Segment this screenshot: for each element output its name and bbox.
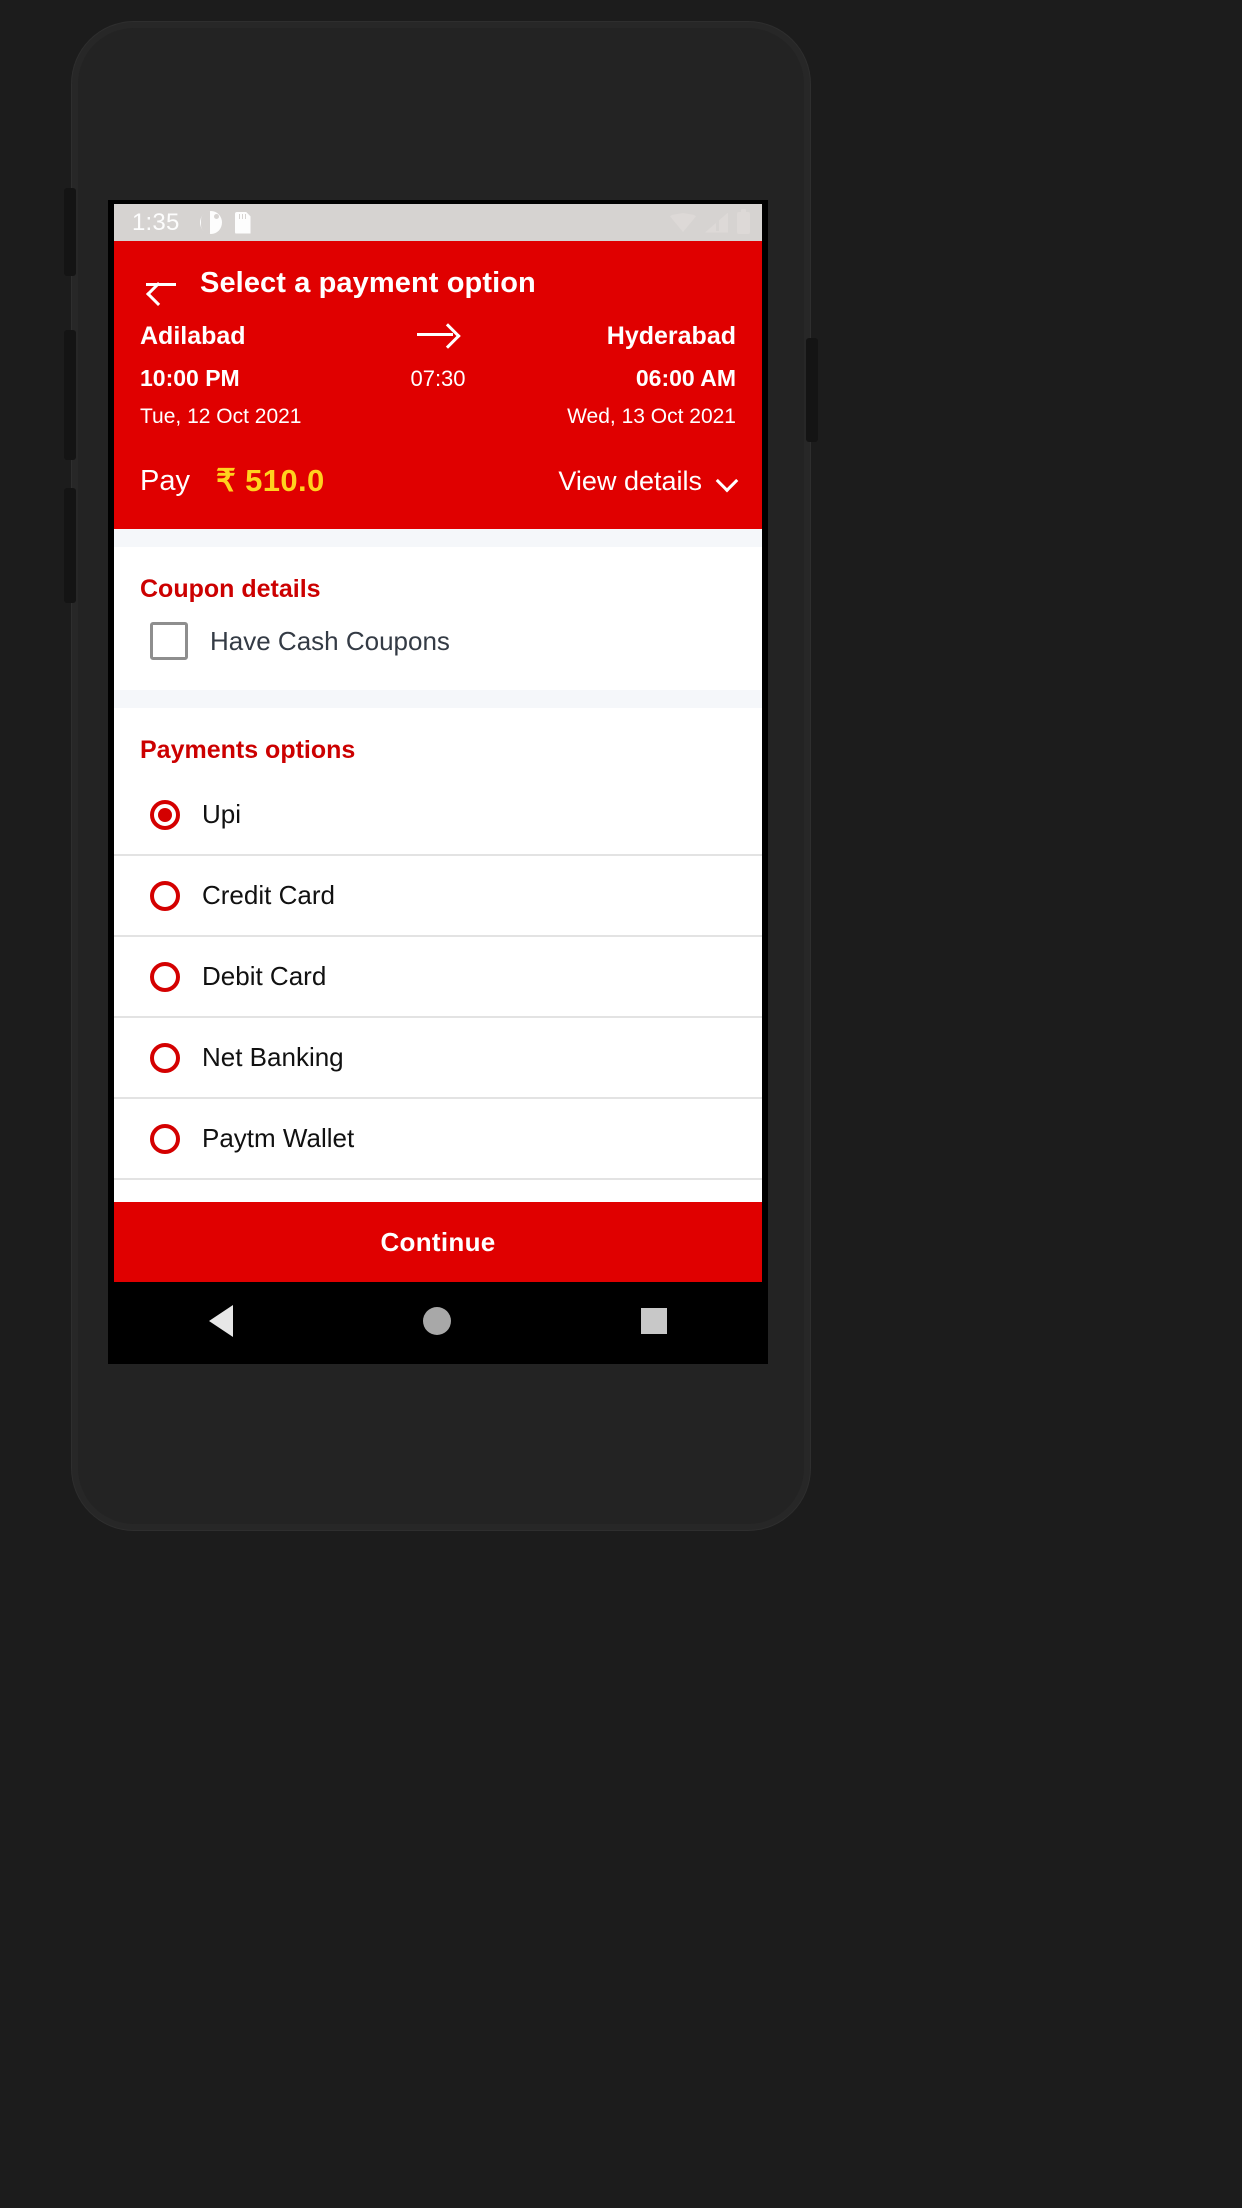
- payment-option-label: Paytm Wallet: [202, 1123, 355, 1153]
- status-bar-system-icons: [670, 208, 750, 234]
- continue-button-label: Continue: [380, 1226, 496, 1257]
- journey-time-row: 10:00 PM 07:30 06:00 AM: [140, 365, 736, 405]
- app-header-titlebar: Select a payment option: [114, 267, 762, 322]
- signal-icon: [705, 212, 728, 233]
- section-divider-middle: [114, 690, 762, 708]
- view-details-label: View details: [558, 465, 702, 496]
- screen-content: 1:35 Select a payment option Adilabad Hy…: [114, 204, 762, 1360]
- journey-depart-date: Tue, 12 Oct 2021: [140, 405, 302, 428]
- radio-button-paytm-wallet[interactable]: [150, 1123, 180, 1154]
- pay-amount: ₹ 510.0: [215, 463, 325, 498]
- journey-city-row: Adilabad Hyderabad: [140, 322, 736, 365]
- radio-button-credit-card[interactable]: [150, 880, 180, 911]
- wifi-icon: [670, 213, 696, 232]
- continue-button[interactable]: Continue: [114, 1202, 762, 1282]
- payments-options-section: Payments options Upi Credit Card Debit C…: [114, 708, 762, 1259]
- payment-option-label: Credit Card: [202, 880, 335, 910]
- page-title: Select a payment option: [200, 267, 536, 299]
- journey-date-row: Tue, 12 Oct 2021 Wed, 13 Oct 2021: [140, 405, 736, 455]
- journey-arrive-time: 06:00 AM: [635, 365, 736, 391]
- arrow-right-icon: [417, 323, 459, 345]
- payment-option-label: Debit Card: [202, 961, 327, 991]
- payment-option-credit-card[interactable]: Credit Card: [114, 856, 762, 937]
- journey-duration: 07:30: [410, 365, 466, 391]
- chevron-down-icon: [718, 472, 736, 490]
- status-bar-notification-icons: [199, 211, 251, 234]
- status-bar-clock: 1:35: [132, 208, 180, 236]
- radio-button-upi[interactable]: [150, 799, 180, 830]
- nav-home-icon[interactable]: [423, 1307, 451, 1335]
- journey-from-city: Adilabad: [140, 322, 246, 350]
- journey-to-city: Hyderabad: [606, 322, 736, 350]
- have-cash-coupons-row[interactable]: Have Cash Coupons: [114, 614, 762, 690]
- pay-summary-row: Pay ₹ 510.0 View details: [114, 455, 762, 529]
- journey-summary: Adilabad Hyderabad 10:00 PM 07:30 06:00 …: [114, 322, 762, 455]
- section-divider-top: [114, 529, 762, 547]
- view-details-button[interactable]: View details: [558, 466, 736, 497]
- phone-screen: 1:35 Select a payment option Adilabad Hy…: [108, 200, 768, 1364]
- have-cash-coupons-checkbox[interactable]: [150, 622, 188, 660]
- device-volume-down-button[interactable]: [64, 488, 76, 603]
- coupon-section-title: Coupon details: [140, 575, 321, 603]
- device-power-button[interactable]: [806, 338, 818, 442]
- main-content: Coupon details Have Cash Coupons Payment…: [114, 529, 762, 1259]
- android-navigation-bar: [114, 1282, 762, 1360]
- payment-option-label: Upi: [202, 799, 242, 829]
- coupon-details-section: Coupon details Have Cash Coupons: [114, 547, 762, 690]
- device-volume-up-button[interactable]: [64, 330, 76, 460]
- pay-label: Pay: [140, 464, 190, 497]
- battery-icon: [737, 208, 750, 234]
- radio-button-debit-card[interactable]: [150, 961, 180, 992]
- nav-recents-icon[interactable]: [641, 1308, 667, 1334]
- payment-option-paytm-wallet[interactable]: Paytm Wallet: [114, 1099, 762, 1180]
- journey-direction: [363, 323, 513, 350]
- device-side-button-top-left[interactable]: [64, 188, 76, 276]
- payment-option-debit-card[interactable]: Debit Card: [114, 937, 762, 1018]
- status-bar: 1:35: [114, 204, 762, 241]
- payment-option-upi[interactable]: Upi: [114, 775, 762, 856]
- app-header: Select a payment option Adilabad Hyderab…: [114, 241, 762, 529]
- back-arrow-icon[interactable]: [144, 270, 178, 298]
- payments-section-title: Payments options: [140, 736, 356, 764]
- journey-depart-time: 10:00 PM: [140, 365, 240, 391]
- sd-card-icon: [234, 211, 251, 234]
- payment-option-net-banking[interactable]: Net Banking: [114, 1018, 762, 1099]
- radio-button-net-banking[interactable]: [150, 1042, 180, 1073]
- app-notification-icon: [199, 211, 222, 234]
- payment-option-label: Net Banking: [202, 1042, 344, 1072]
- journey-arrive-date: Wed, 13 Oct 2021: [567, 405, 736, 428]
- nav-back-icon[interactable]: [209, 1305, 233, 1337]
- have-cash-coupons-label: Have Cash Coupons: [210, 625, 450, 656]
